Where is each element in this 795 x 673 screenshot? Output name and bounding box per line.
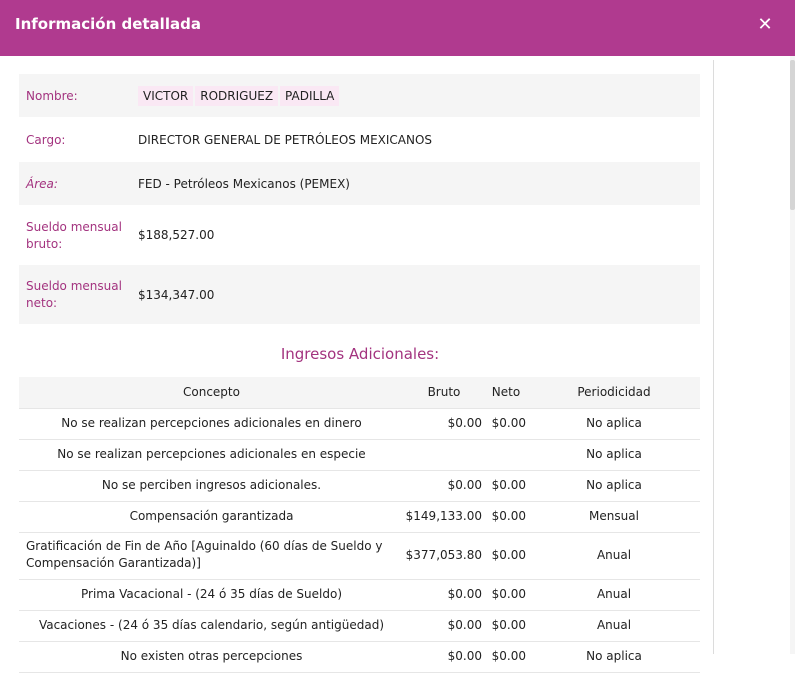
sueldo-neto-value: $134,347.00: [138, 288, 215, 302]
cell-periodicidad: Anual: [596, 548, 632, 562]
close-icon[interactable]: ✕: [755, 14, 775, 36]
table-row: No existen otras percepciones $0.00 $0.00 N…: [19, 641, 700, 673]
area-label: Área:: [26, 177, 58, 191]
cell-concepto: No se realizan percepciones adicionales …: [61, 416, 362, 430]
info-row-cargo: Cargo: DIRECTOR GENERAL DE PETRÓLEOS MEX…: [19, 118, 700, 161]
cell-neto: $0.00: [491, 416, 526, 430]
cell-bruto: $0.00: [447, 416, 482, 430]
cell-neto: $0.00: [491, 649, 526, 663]
cell-concepto: No existen otras percepciones: [120, 649, 303, 663]
ingresos-title: Ingresos Adicionales:: [280, 345, 440, 363]
col-bruto: Bruto: [427, 385, 461, 399]
cell-periodicidad: Anual: [596, 618, 632, 632]
cargo-label: Cargo:: [26, 133, 66, 147]
dialog-header: Información detallada ✕: [0, 0, 795, 56]
col-concepto: Concepto: [183, 385, 240, 399]
cell-concepto: Gratificación de Fin de Año [Aguinaldo (…: [26, 539, 383, 570]
dialog-title: Información detallada: [15, 15, 201, 33]
cell-periodicidad: No aplica: [586, 649, 642, 663]
cell-periodicidad: No aplica: [586, 447, 642, 461]
cell-periodicidad: Mensual: [589, 509, 639, 523]
cell-bruto: $149,133.00: [405, 509, 482, 523]
cell-periodicidad: Anual: [596, 587, 632, 601]
col-neto: Neto: [491, 385, 521, 399]
cell-neto: $0.00: [491, 618, 526, 632]
cell-bruto: $0.00: [447, 587, 482, 601]
cell-periodicidad: No aplica: [586, 478, 642, 492]
cell-bruto: $0.00: [447, 649, 482, 663]
cell-bruto: $0.00: [447, 618, 482, 632]
cell-concepto: Prima Vacacional - (24 ó 35 días de Suel…: [80, 587, 343, 601]
name-chip-middle: RODRIGUEZ: [195, 86, 279, 106]
cell-concepto: No se realizan percepciones adicionales …: [57, 447, 366, 461]
table-row: Vacaciones - (24 ó 35 días calendario, s…: [19, 610, 700, 642]
info-row-sueldo-bruto: Sueldo mensual bruto: $188,527.00: [19, 206, 700, 264]
sueldo-bruto-label: Sueldo mensual bruto:: [26, 220, 122, 251]
scrollbar-thumb[interactable]: [790, 60, 795, 210]
sueldo-bruto-value: $188,527.00: [138, 228, 215, 242]
cell-bruto: $377,053.80: [405, 548, 482, 562]
cell-concepto: Vacaciones - (24 ó 35 días calendario, s…: [38, 618, 385, 632]
table-row: Gratificación de Fin de Año [Aguinaldo (…: [19, 532, 700, 580]
sueldo-neto-label: Sueldo mensual neto:: [26, 279, 122, 310]
area-value: FED - Petróleos Mexicanos (PEMEX): [138, 177, 350, 191]
table-row: Compensación garantizada $149,133.00 $0.00…: [19, 501, 700, 533]
table-row: No se realizan percepciones adicionales …: [19, 439, 700, 471]
cell-concepto: No se perciben ingresos adicionales.: [101, 478, 322, 492]
table-row: No se perciben ingresos adicionales. $0.0…: [19, 470, 700, 502]
nombre-label: Nombre:: [26, 89, 78, 103]
cell-bruto: $0.00: [447, 478, 482, 492]
info-row-area: Área: FED - Petróleos Mexicanos (PEMEX): [19, 162, 700, 205]
info-row-nombre: Nombre: VICTOR RODRIGUEZ PADILLA: [19, 74, 700, 117]
cargo-value: DIRECTOR GENERAL DE PETRÓLEOS MEXICANOS: [138, 133, 433, 147]
info-row-sueldo-neto: Sueldo mensual neto: $134,347.00: [19, 265, 700, 324]
name-chip-last: PADILLA: [280, 86, 340, 106]
col-periodicidad: Periodicidad: [577, 385, 651, 399]
cell-neto: $0.00: [491, 548, 526, 562]
table-row: Prima Vacacional - (24 ó 35 días de Suel…: [19, 579, 700, 611]
table-row: No se realizan percepciones adicionales …: [19, 408, 700, 440]
name-chips: VICTOR RODRIGUEZ PADILLA: [138, 86, 341, 106]
cell-neto: $0.00: [491, 587, 526, 601]
cell-periodicidad: No aplica: [586, 416, 642, 430]
cell-concepto: Compensación garantizada: [129, 509, 294, 523]
name-chip-first: VICTOR: [138, 86, 194, 106]
table-header: Concepto Bruto Neto Periodicidad: [19, 377, 700, 409]
cell-neto: $0.00: [491, 509, 526, 523]
content-divider: [713, 60, 714, 654]
cell-neto: $0.00: [491, 478, 526, 492]
